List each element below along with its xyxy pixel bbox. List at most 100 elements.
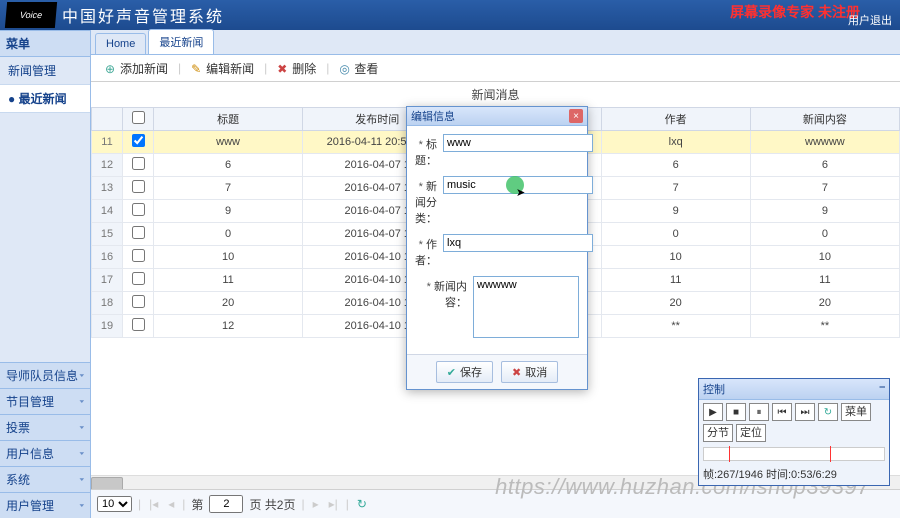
label-category: 新闻分类： xyxy=(415,176,437,226)
prev-page-icon[interactable]: ◂ xyxy=(166,497,176,511)
edit-dialog: 编辑信息 × 标题： 新闻分类： 作者： 新闻内容：wwwww ✔保存 ✖取消 xyxy=(406,106,588,390)
sidebar-title: 菜单 xyxy=(0,30,90,57)
save-button[interactable]: ✔保存 xyxy=(436,361,493,383)
cell-title: 20 xyxy=(154,292,303,315)
rec-back-icon[interactable]: ⏮ xyxy=(772,403,792,421)
last-page-icon[interactable]: ▸| xyxy=(327,497,340,511)
col-content[interactable]: 新闻内容 xyxy=(750,108,899,131)
add-news-button[interactable]: ⊕添加新闻 xyxy=(99,58,174,79)
cell-title: 7 xyxy=(154,177,303,200)
first-page-icon[interactable]: |◂ xyxy=(147,497,160,511)
cell-author: 6 xyxy=(601,154,750,177)
sidebar-group-vote[interactable]: 投票▾ xyxy=(0,414,90,440)
sidebar-item-news-mgmt[interactable]: 新闻管理 xyxy=(0,57,90,85)
sidebar-group-program[interactable]: 节目管理▾ xyxy=(0,388,90,414)
row-checkbox[interactable] xyxy=(123,131,154,154)
sidebar-group-usermgmt[interactable]: 用户管理▾ xyxy=(0,492,90,518)
pencil-icon: ✎ xyxy=(191,62,203,74)
cell-title: 12 xyxy=(154,315,303,338)
row-number: 19 xyxy=(92,315,123,338)
dialog-header[interactable]: 编辑信息 × xyxy=(407,107,587,126)
row-checkbox[interactable] xyxy=(123,246,154,269)
sidebar-group-mentor[interactable]: 导师队员信息▾ xyxy=(0,362,90,388)
row-number: 14 xyxy=(92,200,123,223)
recorder-timeline[interactable] xyxy=(703,447,885,461)
minimize-icon[interactable]: ⎯ xyxy=(880,381,886,397)
check-icon: ✔ xyxy=(447,366,456,379)
sidebar-group-userinfo[interactable]: 用户信息▾ xyxy=(0,440,90,466)
cancel-button[interactable]: ✖取消 xyxy=(501,361,558,383)
plus-icon: ⊕ xyxy=(105,62,117,74)
chevron-down-icon: ▾ xyxy=(79,450,84,457)
cell-title: 0 xyxy=(154,223,303,246)
rec-stop-icon[interactable]: ■ xyxy=(726,403,746,421)
cell-content: 7 xyxy=(750,177,899,200)
rec-fwd-icon[interactable]: ⏭ xyxy=(795,403,815,421)
cell-content: 10 xyxy=(750,246,899,269)
view-button[interactable]: ◎查看 xyxy=(333,58,384,79)
sidebar-group-system[interactable]: 系统▾ xyxy=(0,466,90,492)
trash-icon: ✖ xyxy=(277,62,289,74)
grid-title: 新闻消息 xyxy=(91,82,900,107)
input-author[interactable] xyxy=(443,234,593,252)
cell-content: ** xyxy=(750,315,899,338)
chevron-down-icon: ▾ xyxy=(79,476,84,483)
cell-author: 0 xyxy=(601,223,750,246)
input-category[interactable] xyxy=(443,176,593,194)
row-number: 16 xyxy=(92,246,123,269)
x-icon: ✖ xyxy=(512,366,521,379)
row-checkbox[interactable] xyxy=(123,223,154,246)
tab-recent-news[interactable]: 最近新闻 xyxy=(148,29,214,54)
rec-menu-button[interactable]: 菜单 xyxy=(841,403,871,421)
refresh-icon[interactable]: ↻ xyxy=(355,497,369,511)
edit-news-button[interactable]: ✎编辑新闻 xyxy=(185,58,260,79)
cell-content: wwwww xyxy=(750,131,899,154)
row-checkbox[interactable] xyxy=(123,200,154,223)
input-content[interactable]: wwwww xyxy=(473,276,579,338)
label-title: 标题： xyxy=(415,134,437,168)
cell-author: 10 xyxy=(601,246,750,269)
logo: Voice xyxy=(5,2,57,28)
rec-loop-icon[interactable]: ↻ xyxy=(818,403,838,421)
cell-author: lxq xyxy=(601,131,750,154)
next-page-icon[interactable]: ▸ xyxy=(311,497,321,511)
tab-bar: Home 最近新闻 xyxy=(91,30,900,55)
eye-icon: ◎ xyxy=(339,62,351,74)
col-title[interactable]: 标题 xyxy=(154,108,303,131)
cell-author: 9 xyxy=(601,200,750,223)
row-number: 17 xyxy=(92,269,123,292)
row-checkbox[interactable] xyxy=(123,292,154,315)
sidebar-item-label: 最近新闻 xyxy=(19,92,67,106)
recorder-control-panel[interactable]: 控制⎯ ▶ ■ ⏸ ⏮ ⏭ ↻ 菜单 分节 定位 帧:267/1946 时间:0… xyxy=(698,378,890,486)
col-author[interactable]: 作者 xyxy=(601,108,750,131)
col-check[interactable] xyxy=(123,108,154,131)
rec-segment-button[interactable]: 分节 xyxy=(703,424,733,442)
page-total: 页 共2页 xyxy=(249,496,295,513)
sidebar-item-recent-news[interactable]: ● 最近新闻 xyxy=(0,85,90,113)
rec-play-icon[interactable]: ▶ xyxy=(703,403,723,421)
tab-home[interactable]: Home xyxy=(95,33,146,54)
input-title[interactable] xyxy=(443,134,593,152)
close-icon[interactable]: × xyxy=(569,109,583,123)
row-checkbox[interactable] xyxy=(123,177,154,200)
row-number: 13 xyxy=(92,177,123,200)
brand-title: 中国好声音管理系统 xyxy=(62,3,224,27)
chevron-down-icon: ▾ xyxy=(79,502,84,509)
pagesize-select[interactable]: 10 xyxy=(97,496,132,512)
user-exit-link[interactable]: 用户退出 xyxy=(848,12,892,28)
rec-locate-button[interactable]: 定位 xyxy=(736,424,766,442)
row-checkbox[interactable] xyxy=(123,315,154,338)
row-checkbox[interactable] xyxy=(123,269,154,292)
cell-content: 11 xyxy=(750,269,899,292)
delete-button[interactable]: ✖删除 xyxy=(271,58,322,79)
dialog-title: 编辑信息 xyxy=(411,108,455,124)
chevron-down-icon: ▾ xyxy=(79,398,84,405)
rec-pause-icon[interactable]: ⏸ xyxy=(749,403,769,421)
row-checkbox[interactable] xyxy=(123,154,154,177)
chevron-down-icon: ▾ xyxy=(79,424,84,431)
cell-title: 9 xyxy=(154,200,303,223)
recorder-title: 控制 xyxy=(703,381,725,397)
cell-author: 11 xyxy=(601,269,750,292)
cell-content: 9 xyxy=(750,200,899,223)
page-input[interactable] xyxy=(209,495,243,513)
